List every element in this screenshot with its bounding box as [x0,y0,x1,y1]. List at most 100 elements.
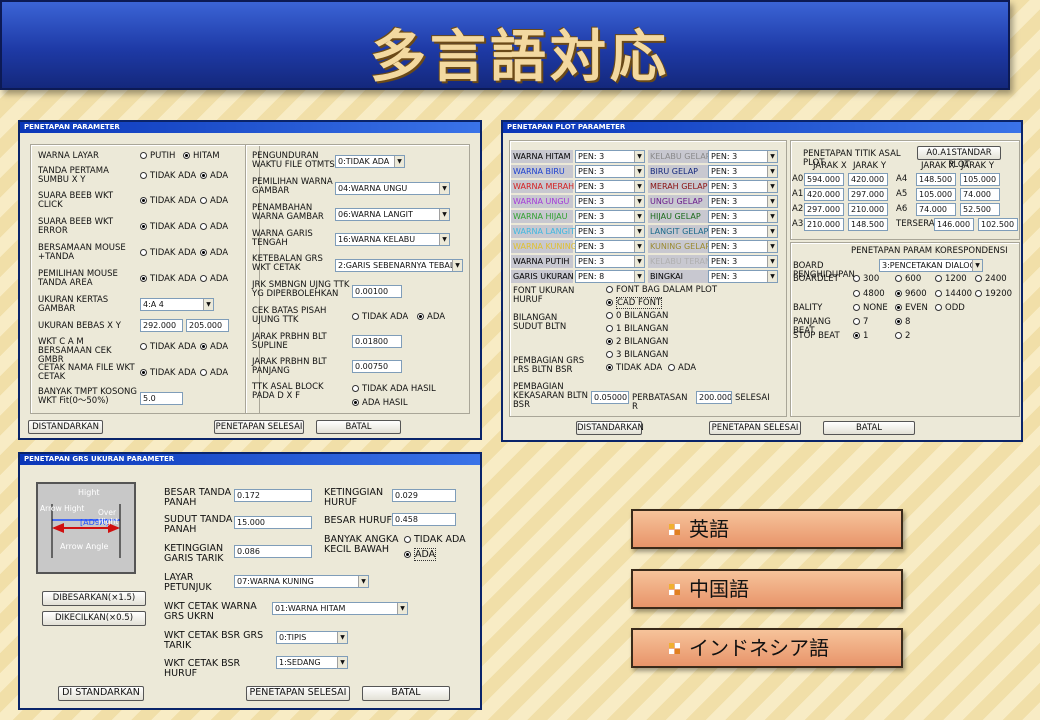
bebas-y-input[interactable]: 205.000 [186,319,229,332]
paper_right-y-input[interactable]: 105.000 [960,173,1000,186]
colors_left-pen-select[interactable]: PEN: 3 ▼ [575,225,645,238]
dibesarkan-button[interactable]: DIBESARKAN(×1.5) [42,591,146,606]
pembagian-tidak-radio[interactable]: TIDAK ADA [606,364,662,373]
dikecilkan-button[interactable]: DIKECILKAN(×0.5) [42,611,146,626]
nama-file-tidak-radio[interactable]: TIDAK ADA [140,369,196,378]
language-chinese-button[interactable]: 中国語 [631,569,903,609]
batal-button[interactable]: BATAL [316,420,401,434]
boardlet-600-radio[interactable]: 600 [895,275,921,284]
cad-font-radio[interactable]: CAD FONT [606,297,663,309]
colors_right-pen-select[interactable]: PEN: 3 ▼ [708,210,778,223]
colors_left-pen-select[interactable]: PEN: 3 ▼ [575,180,645,193]
colors_right-pen-select[interactable]: PEN: 3 ▼ [708,270,778,283]
boardlet-2400-radio[interactable]: 2400 [975,275,1007,284]
colors_left-pen-select[interactable]: PEN: 3 ▼ [575,195,645,208]
nama-file-ada-radio[interactable]: ADA [200,369,228,378]
perbatasan-input[interactable]: 200.00000 [696,391,732,404]
paper_right-x-input[interactable]: 105.000 [916,188,956,201]
tmpt-kosong-input[interactable]: 5.0 [140,392,183,405]
colors_left-pen-select[interactable]: PEN: 3 ▼ [575,150,645,163]
board-select[interactable]: 3:PENCETAKAN DIALOG ▼ [879,259,983,272]
mouse-area-tidak-radio[interactable]: TIDAK ADA [140,275,196,284]
colors_right-pen-select[interactable]: PEN: 3 ▼ [708,165,778,178]
tanda-pertama-ada-radio[interactable]: ADA [200,172,228,181]
warna-layar-putih-radio[interactable]: PUTIH [140,152,175,161]
plot-batal-button[interactable]: BATAL [823,421,915,435]
paper_right-x-input[interactable]: 74.000 [916,203,956,216]
language-indonesian-button[interactable]: インドネシア語 [631,628,903,668]
ketinggian-huruf-input[interactable]: 0.029 [392,489,456,502]
ketebalan-select[interactable]: 2:GARIS SEBENARNYA TEBAL ▼ [335,259,463,272]
penambahan-warna-select[interactable]: 06:WARNA LANGIT ▼ [335,208,450,221]
kertas-select[interactable]: 4:A 4 ▼ [140,298,214,311]
paper_right-y-input[interactable]: 74.000 [960,188,1000,201]
colors_right-pen-select[interactable]: PEN: 3 ▼ [708,195,778,208]
jrk-input[interactable]: 0.00100 [352,285,402,298]
ttk-asal-ada-radio[interactable]: ADA HASIL [352,399,408,408]
wkt-warna-select[interactable]: 01:WARNA HITAM ▼ [272,602,408,615]
di-standarkan-button[interactable]: DI STANDARKAN [58,686,144,701]
font-bag-dalam-radio[interactable]: FONT BAG DALAM PLOT [606,286,717,295]
besar-tanda-input[interactable]: 0.172 [234,489,312,502]
a0-a1-standar-button[interactable]: A0.A1STANDAR PLOT [917,146,1001,170]
tanda-pertama-tidak-radio[interactable]: TIDAK ADA [140,172,196,181]
wkt-bsr-select[interactable]: 0:TIPIS ▼ [276,631,348,644]
paper_right-x-input[interactable]: 148.500 [916,173,956,186]
paper_left-x-input[interactable]: 297.000 [804,203,844,216]
warna-layar-hitam-radio[interactable]: HITAM [183,152,220,161]
boardlet-4800-radio[interactable]: 4800 [853,290,885,299]
boardlet-9600-radio[interactable]: 9600 [895,290,927,299]
colors_left-pen-select[interactable]: PEN: 3 ▼ [575,255,645,268]
pembagian-ada-radio[interactable]: ADA [668,364,696,373]
paper_left-x-input[interactable]: 594.000 [804,173,844,186]
beeb-error-ada-radio[interactable]: ADA [200,223,228,232]
boardlet-19200-radio[interactable]: 19200 [975,290,1012,299]
stop-beat-2-radio[interactable]: 2 [895,332,910,341]
plot-penetapan-selesai-button[interactable]: PENETAPAN SELESAI [709,421,801,435]
colors_right-pen-select[interactable]: PEN: 3 ▼ [708,225,778,238]
ketinggian-garis-input[interactable]: 0.086 [234,545,312,558]
mouse-area-ada-radio[interactable]: ADA [200,275,228,284]
supline-input[interactable]: 0.01800 [352,335,402,348]
garis-tengah-select[interactable]: 16:WARNA KELABU ▼ [335,233,450,246]
paper_left-y-input[interactable]: 420.000 [848,173,888,186]
sudut-2-radio[interactable]: 2 BILANGAN [606,338,668,347]
plot-distandarkan-button[interactable]: DISTANDARKAN [576,421,644,435]
cek-batas-tidak-radio[interactable]: TIDAK ADA [352,313,408,322]
sudut-tanda-input[interactable]: 15.000 [234,516,312,529]
pengunduran-select[interactable]: 0:TIDAK ADA ▼ [335,155,405,168]
panjang-beat-8-radio[interactable]: 8 [895,318,910,327]
penetapan-selesai-button[interactable]: PENETAPAN SELESAI [214,420,304,434]
ttk-asal-tidak-radio[interactable]: TIDAK ADA HASIL [352,385,436,394]
colors_right-pen-select[interactable]: PEN: 3 ▼ [708,255,778,268]
mouse-tanda-tidak-radio[interactable]: TIDAK ADA [140,249,196,258]
besar-huruf-input[interactable]: 0.458 [392,513,456,526]
boardlet-300-radio[interactable]: 300 [853,275,879,284]
grs-batal-button[interactable]: BATAL [362,686,450,701]
pemilihan-warna-select[interactable]: 04:WARNA UNGU ▼ [335,182,450,195]
paper_left-y-input[interactable]: 210.000 [848,203,888,216]
sudut-3-radio[interactable]: 3 BILANGAN [606,351,668,360]
paper_right-x-input[interactable]: 146.000 [934,218,974,231]
grs-penetapan-selesai-button[interactable]: PENETAPAN SELESAI [246,686,350,701]
colors_right-pen-select[interactable]: PEN: 3 ▼ [708,150,778,163]
language-english-button[interactable]: 英語 [631,509,903,549]
paper_left-y-input[interactable]: 297.000 [848,188,888,201]
bality-odd-radio[interactable]: ODD [935,304,965,313]
colors_right-pen-select[interactable]: PEN: 3 ▼ [708,180,778,193]
beeb-click-tidak-radio[interactable]: TIDAK ADA [140,197,196,206]
angka-ada-radio[interactable]: ADA [404,548,437,561]
stop-beat-1-radio[interactable]: 1 [853,332,868,341]
colors_left-pen-select[interactable]: PEN: 3 ▼ [575,240,645,253]
boardlet-1200-radio[interactable]: 1200 [935,275,967,284]
colors_right-pen-select[interactable]: PEN: 3 ▼ [708,240,778,253]
bality-none-radio[interactable]: NONE [853,304,888,313]
beeb-error-tidak-radio[interactable]: TIDAK ADA [140,223,196,232]
cam-cek-tidak-radio[interactable]: TIDAK ADA [140,343,196,352]
colors_left-pen-select[interactable]: PEN: 3 ▼ [575,165,645,178]
distandarkan-button[interactable]: DISTANDARKAN [28,420,103,434]
paper_left-x-input[interactable]: 420.000 [804,188,844,201]
boardlet-14400-radio[interactable]: 14400 [935,290,972,299]
paper_left-x-input[interactable]: 210.000 [804,218,844,231]
beeb-click-ada-radio[interactable]: ADA [200,197,228,206]
